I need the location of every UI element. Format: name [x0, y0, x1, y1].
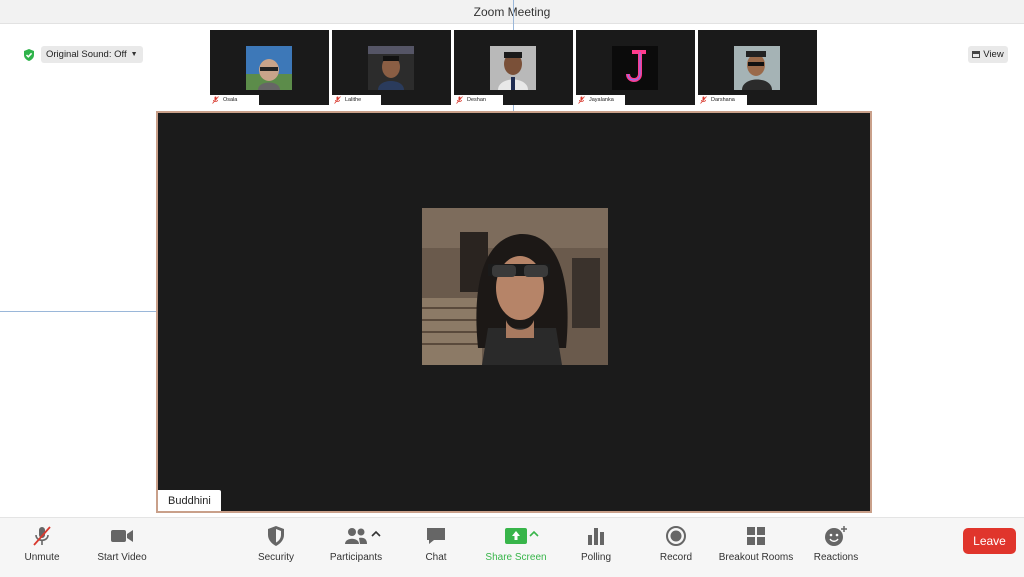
- unmute-button[interactable]: Unmute: [0, 524, 87, 563]
- view-icon: [972, 51, 981, 58]
- chat-button[interactable]: Chat: [391, 524, 481, 563]
- participant-avatar: [612, 46, 658, 90]
- chat-label: Chat: [425, 552, 447, 563]
- participant-name-tag: Darshana: [698, 95, 747, 105]
- view-label: View: [983, 49, 1004, 60]
- participant-tile[interactable]: Lalithe: [332, 30, 451, 105]
- unmute-label: Unmute: [24, 552, 60, 563]
- security-button[interactable]: Security: [231, 524, 321, 563]
- participant-avatar: [368, 46, 414, 90]
- muted-mic-icon: [456, 96, 463, 104]
- participant-name: Lalithe: [345, 97, 362, 103]
- title-bar: Zoom Meeting: [0, 0, 1024, 24]
- participant-avatar: [734, 46, 780, 90]
- muted-mic-icon: [334, 96, 341, 104]
- smiley-plus-icon: [825, 526, 847, 546]
- shield-icon: [268, 526, 284, 546]
- share-screen-chevron-up-icon[interactable]: [528, 528, 540, 540]
- record-button[interactable]: Record: [631, 524, 721, 563]
- participant-name-tag: Deshan: [454, 95, 503, 105]
- original-sound-button[interactable]: Original Sound: Off ▼: [41, 46, 143, 63]
- participant-tile[interactable]: Osala: [210, 30, 329, 105]
- window-title: Zoom Meeting: [473, 5, 551, 19]
- reactions-button[interactable]: Reactions: [791, 524, 881, 563]
- muted-mic-icon: [33, 526, 51, 546]
- participant-name-tag: Lalithe: [332, 95, 381, 105]
- bar-chart-icon: [588, 528, 604, 545]
- participants-icon: [345, 528, 367, 544]
- active-speaker-video[interactable]: Buddhini: [156, 111, 872, 513]
- participant-name: Darshana: [711, 97, 735, 103]
- polling-label: Polling: [580, 552, 612, 563]
- share-screen-button[interactable]: Share Screen: [471, 524, 561, 563]
- start-video-label: Start Video: [97, 552, 147, 563]
- share-screen-icon: [505, 528, 527, 544]
- participants-label: Participants: [329, 552, 383, 563]
- participant-name: Osala: [223, 97, 238, 103]
- original-sound-control: Original Sound: Off ▼: [22, 46, 143, 63]
- breakout-rooms-label: Breakout Rooms: [718, 552, 794, 563]
- video-camera-icon: [111, 530, 133, 542]
- participant-tile[interactable]: Deshan: [454, 30, 573, 105]
- meeting-toolbar: Unmute Start Video Security Participants…: [0, 517, 1024, 577]
- participant-avatar: [246, 46, 292, 90]
- participant-name-tag: Jayalanka: [576, 95, 625, 105]
- chat-icon: [427, 528, 445, 544]
- participant-name: Deshan: [467, 97, 486, 103]
- participants-chevron-up-icon[interactable]: [370, 528, 382, 540]
- participant-tile[interactable]: Darshana: [698, 30, 817, 105]
- muted-mic-icon: [700, 96, 707, 104]
- participant-tile[interactable]: Jayalanka: [576, 30, 695, 105]
- speaker-avatar: [422, 208, 608, 365]
- participant-avatar: [490, 46, 536, 90]
- chevron-down-icon: ▼: [130, 51, 138, 58]
- start-video-button[interactable]: Start Video: [77, 524, 167, 563]
- reactions-label: Reactions: [813, 552, 859, 563]
- speaker-name-tag: Buddhini: [158, 490, 221, 511]
- breakout-rooms-button[interactable]: Breakout Rooms: [711, 524, 801, 563]
- share-screen-label: Share Screen: [485, 552, 547, 563]
- participant-name-tag: Osala: [210, 95, 259, 105]
- guide-line-horizontal: [0, 311, 157, 312]
- breakout-rooms-icon: [747, 527, 765, 545]
- shield-check-icon: [24, 48, 34, 61]
- view-button[interactable]: View: [968, 46, 1008, 63]
- muted-mic-icon: [578, 96, 585, 104]
- participants-button[interactable]: Participants: [311, 524, 401, 563]
- record-label: Record: [659, 552, 693, 563]
- leave-button[interactable]: Leave: [963, 528, 1016, 554]
- polling-button[interactable]: Polling: [551, 524, 641, 563]
- original-sound-label: Original Sound: Off: [46, 49, 127, 60]
- record-icon: [666, 526, 686, 546]
- muted-mic-icon: [212, 96, 219, 104]
- participant-name: Jayalanka: [589, 97, 614, 103]
- security-label: Security: [257, 552, 295, 563]
